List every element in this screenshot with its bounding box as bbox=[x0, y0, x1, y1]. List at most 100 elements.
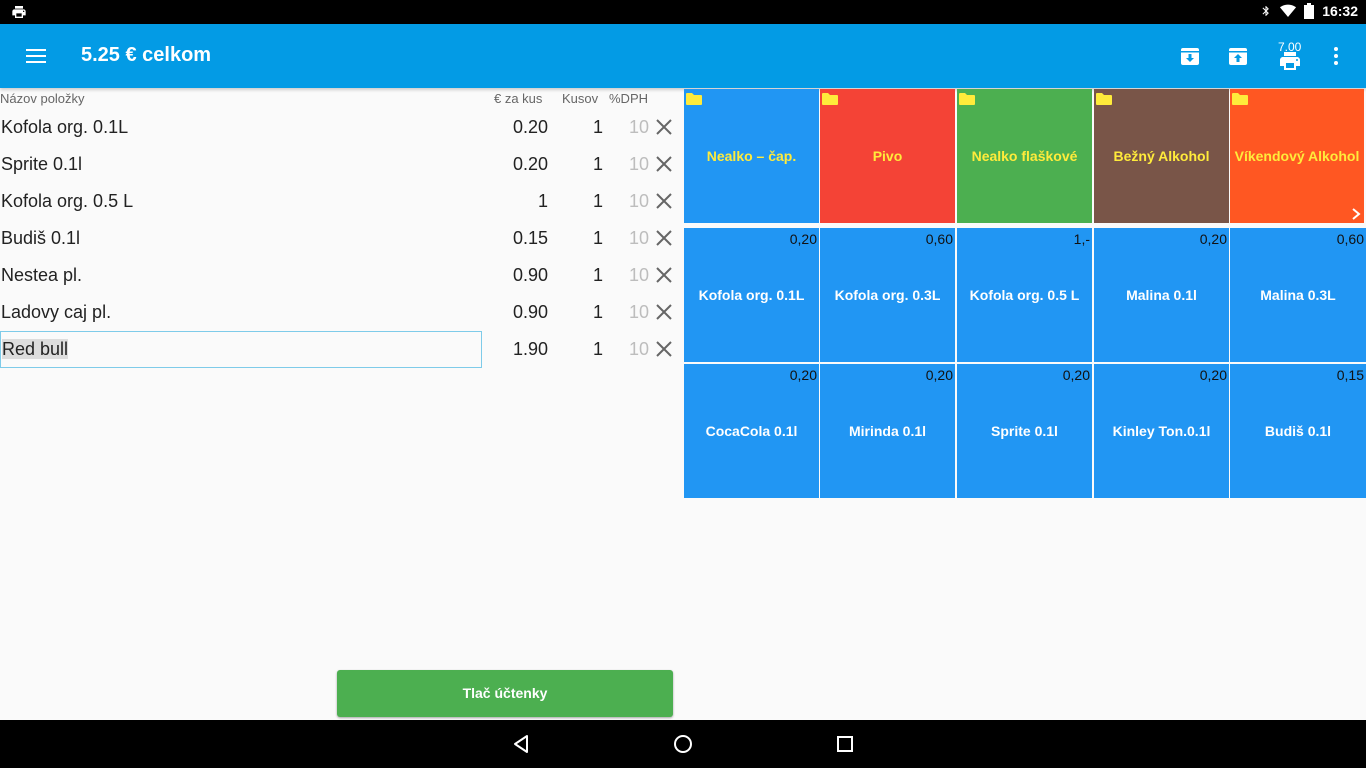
product-label: Kinley Ton.0.1l bbox=[1112, 423, 1211, 439]
item-name[interactable]: Nestea pl. bbox=[0, 257, 482, 294]
product-tile[interactable]: 0,20 Mirinda 0.1l bbox=[820, 364, 955, 498]
order-row[interactable]: Nestea pl. 0.90 1 10 bbox=[0, 257, 683, 294]
chevron-right-icon[interactable] bbox=[1350, 207, 1362, 221]
category-label: Nealko – čap. bbox=[706, 148, 797, 164]
product-tile[interactable]: 0,20 Malina 0.1l bbox=[1094, 228, 1229, 362]
item-name-text: Budiš 0.1l bbox=[1, 228, 81, 248]
item-qty[interactable]: 1 bbox=[560, 183, 603, 220]
category-tile[interactable]: Nealko – čap. bbox=[684, 89, 819, 223]
more-options-icon[interactable] bbox=[1320, 40, 1352, 72]
item-qty[interactable]: 1 bbox=[560, 257, 603, 294]
item-price[interactable]: 1 bbox=[482, 183, 548, 220]
item-name[interactable]: Sprite 0.1l bbox=[0, 146, 482, 183]
item-name[interactable]: Budiš 0.1l bbox=[0, 220, 482, 257]
item-qty[interactable]: 1 bbox=[560, 146, 603, 183]
header-vat: %DPH bbox=[609, 91, 649, 106]
bluetooth-icon bbox=[1262, 6, 1270, 16]
product-tile[interactable]: 0,20 Kofola org. 0.1L bbox=[684, 228, 819, 362]
category-tile[interactable]: Pivo bbox=[820, 89, 955, 223]
archive-upload-icon[interactable] bbox=[1222, 40, 1254, 72]
product-tile[interactable]: 0,60 Kofola org. 0.3L bbox=[820, 228, 955, 362]
category-tile[interactable]: Nealko flaškové bbox=[957, 89, 1092, 223]
header-price: € za kus bbox=[494, 91, 543, 106]
product-label: Malina 0.3L bbox=[1260, 287, 1336, 303]
category-label: Nealko flaškové bbox=[971, 148, 1078, 164]
item-price[interactable]: 0.15 bbox=[482, 220, 548, 257]
delete-icon[interactable] bbox=[655, 340, 673, 358]
item-vat[interactable]: 10 bbox=[615, 183, 649, 220]
product-tile[interactable]: 0,20 Kinley Ton.0.1l bbox=[1094, 364, 1229, 498]
item-price[interactable]: 0.90 bbox=[482, 294, 548, 331]
item-name-text: Nestea pl. bbox=[1, 265, 83, 285]
order-row[interactable]: Red bull 1.90 1 10 bbox=[0, 331, 683, 368]
delete-icon[interactable] bbox=[655, 192, 673, 210]
archive-download-icon[interactable] bbox=[1174, 40, 1206, 72]
item-vat[interactable]: 10 bbox=[615, 220, 649, 257]
order-row[interactable]: Sprite 0.1l 0.20 1 10 bbox=[0, 146, 683, 183]
print-receipt-button[interactable]: Tlač účtenky bbox=[337, 670, 673, 717]
product-label: Mirinda 0.1l bbox=[848, 423, 927, 439]
product-label: Kofola org. 0.5 L bbox=[969, 287, 1080, 303]
delete-icon[interactable] bbox=[655, 303, 673, 321]
item-name[interactable]: Kofola org. 0.5 L bbox=[0, 183, 482, 220]
product-tile[interactable]: 0,20 Sprite 0.1l bbox=[957, 364, 1092, 498]
category-tile[interactable]: Bežný Alkohol bbox=[1094, 89, 1229, 223]
product-tile[interactable]: 0,60 Malina 0.3L bbox=[1230, 228, 1366, 362]
product-label: Kofola org. 0.1L bbox=[698, 287, 805, 303]
wifi-icon bbox=[1280, 4, 1297, 18]
status-bar: 16:32 bbox=[0, 0, 1366, 24]
item-qty[interactable]: 1 bbox=[560, 331, 603, 368]
print-icon[interactable] bbox=[1274, 46, 1306, 78]
app-bar: 5.25 € celkom 7.00 bbox=[0, 24, 1366, 88]
delete-icon[interactable] bbox=[655, 229, 673, 247]
order-row[interactable]: Ladovy caj pl. 0.90 1 10 bbox=[0, 294, 683, 331]
item-name[interactable]: Red bull bbox=[0, 331, 482, 368]
category-label: Bežný Alkohol bbox=[1113, 148, 1210, 164]
category-label: Víkendový Alkohol bbox=[1234, 148, 1360, 164]
item-name[interactable]: Ladovy caj pl. bbox=[0, 294, 482, 331]
item-name-text: Kofola org. 0.5 L bbox=[1, 191, 134, 211]
delete-icon[interactable] bbox=[655, 266, 673, 284]
item-price[interactable]: 0.90 bbox=[482, 257, 548, 294]
item-price[interactable]: 0.20 bbox=[482, 146, 548, 183]
delete-icon[interactable] bbox=[655, 155, 673, 173]
printer-notification-icon bbox=[12, 6, 26, 18]
item-price[interactable]: 1.90 bbox=[482, 331, 548, 368]
order-row[interactable]: Kofola org. 0.1L 0.20 1 10 bbox=[0, 109, 683, 146]
product-label: Sprite 0.1l bbox=[991, 423, 1058, 439]
back-icon[interactable] bbox=[509, 732, 533, 756]
order-row[interactable]: Kofola org. 0.5 L 1 1 10 bbox=[0, 183, 683, 220]
item-vat[interactable]: 10 bbox=[615, 294, 649, 331]
category-label: Pivo bbox=[872, 148, 903, 164]
battery-icon bbox=[1304, 3, 1315, 19]
item-vat[interactable]: 10 bbox=[615, 146, 649, 183]
item-qty[interactable]: 1 bbox=[560, 294, 603, 331]
item-name-text: Sprite 0.1l bbox=[1, 154, 83, 174]
item-name-text: Kofola org. 0.1L bbox=[1, 117, 129, 137]
item-price[interactable]: 0.20 bbox=[482, 109, 548, 146]
product-tile[interactable]: 0,20 CocaCola 0.1l bbox=[684, 364, 819, 498]
home-icon[interactable] bbox=[671, 732, 695, 756]
order-list: Názov položky € za kus Kusov %DPH Kofola… bbox=[0, 88, 683, 720]
product-label: CocaCola 0.1l bbox=[705, 423, 798, 439]
product-label: Malina 0.1l bbox=[1126, 287, 1197, 303]
clock: 16:32 bbox=[1322, 3, 1358, 19]
item-vat[interactable]: 10 bbox=[615, 331, 649, 368]
header-name: Názov položky bbox=[0, 91, 85, 106]
item-vat[interactable]: 10 bbox=[615, 109, 649, 146]
item-qty[interactable]: 1 bbox=[560, 220, 603, 257]
product-label: Budiš 0.1l bbox=[1264, 423, 1332, 439]
order-row[interactable]: Budiš 0.1l 0.15 1 10 bbox=[0, 220, 683, 257]
product-tile[interactable]: 0,15 Budiš 0.1l bbox=[1230, 364, 1366, 498]
total-title: 5.25 € celkom bbox=[81, 44, 212, 66]
item-name[interactable]: Kofola org. 0.1L bbox=[0, 109, 482, 146]
item-vat[interactable]: 10 bbox=[615, 257, 649, 294]
item-name-text: Red bull bbox=[2, 339, 69, 359]
delete-icon[interactable] bbox=[655, 118, 673, 136]
menu-icon[interactable] bbox=[22, 44, 50, 68]
item-qty[interactable]: 1 bbox=[560, 109, 603, 146]
category-tile[interactable]: Víkendový Alkohol bbox=[1230, 89, 1364, 223]
product-tile[interactable]: 1,- Kofola org. 0.5 L bbox=[957, 228, 1092, 362]
item-name-text: Ladovy caj pl. bbox=[1, 302, 112, 322]
recent-apps-icon[interactable] bbox=[833, 732, 857, 756]
